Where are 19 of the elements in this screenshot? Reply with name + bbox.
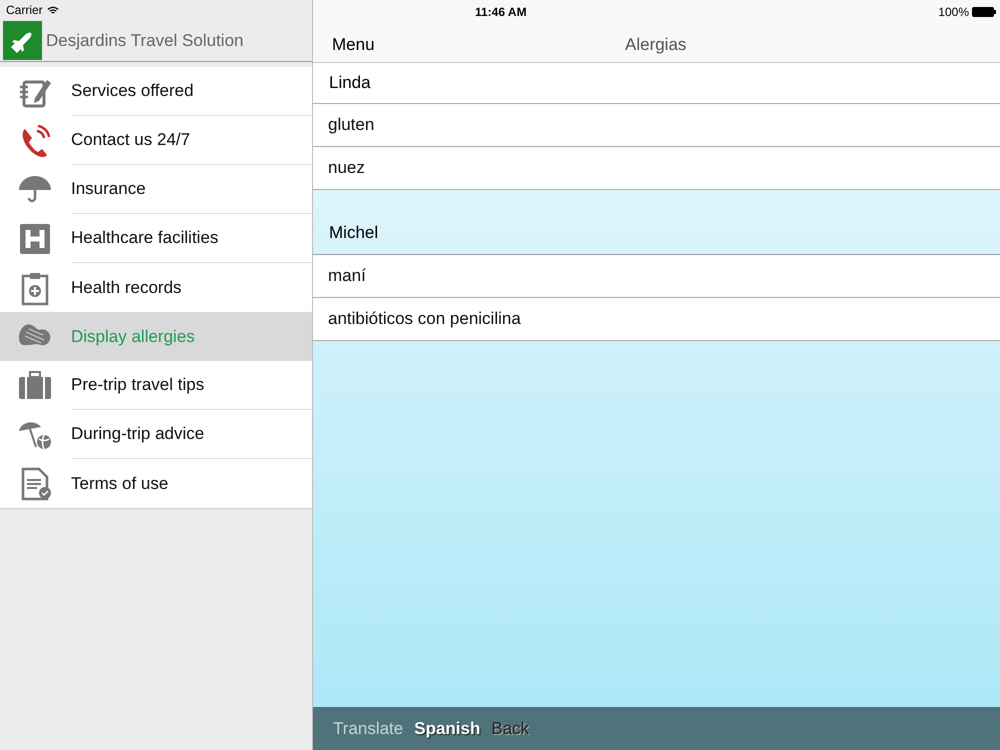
- menu-item-label: Display allergies: [71, 326, 196, 348]
- battery-icon: [972, 7, 996, 17]
- translate-label: Translate: [333, 718, 404, 740]
- battery-percentage: 100%: [938, 4, 969, 21]
- carrier-label: Carrier: [6, 2, 43, 19]
- app-title: Desjardins Travel Solution: [46, 30, 244, 52]
- screen-title: Alergias: [625, 34, 686, 56]
- airplane-logo-icon: [3, 21, 42, 60]
- section-header: Linda: [313, 63, 1000, 104]
- allergy-row: maní: [313, 255, 1000, 298]
- allergy-row: antibióticos con penicilina: [313, 298, 1000, 341]
- allergy-row: nuez: [313, 147, 1000, 190]
- status-time: 11:46 AM: [475, 4, 527, 21]
- menu-button[interactable]: Menu: [332, 32, 375, 58]
- menu-item-label: Terms of use: [71, 472, 170, 495]
- menu-item-label: Health records: [71, 276, 183, 299]
- wifi-icon: [46, 6, 59, 14]
- language-button[interactable]: Spanish: [414, 716, 480, 742]
- allergy-row: gluten: [313, 104, 1000, 147]
